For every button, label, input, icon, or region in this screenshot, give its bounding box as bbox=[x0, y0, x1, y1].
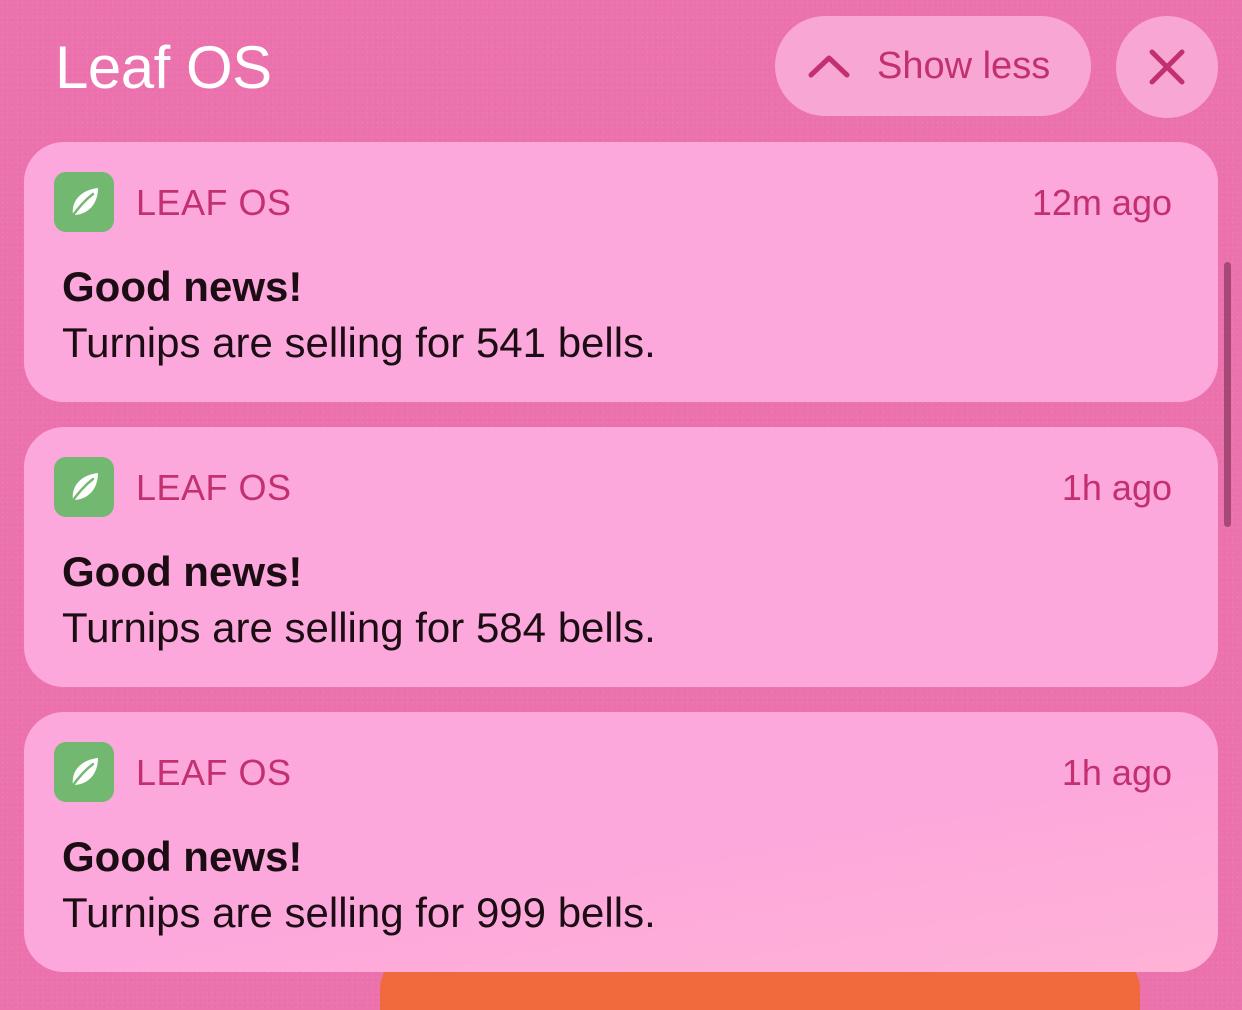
notification-time: 1h ago bbox=[1061, 467, 1172, 508]
notification-card[interactable]: LEAF OS 1h ago Good news! Turnips are se… bbox=[24, 427, 1218, 687]
app-icon bbox=[54, 742, 114, 802]
notification-card[interactable]: LEAF OS 1h ago Good news! Turnips are se… bbox=[24, 712, 1218, 972]
leaf-icon bbox=[69, 473, 98, 505]
notification-body: Turnips are selling for 541 bells. bbox=[62, 319, 656, 366]
leaf-icon bbox=[69, 758, 98, 790]
notification-title: Good news! bbox=[62, 263, 303, 310]
notification-title: Good news! bbox=[62, 548, 303, 595]
show-less-label: Show less bbox=[877, 44, 1051, 87]
app-name: LEAF OS bbox=[136, 467, 292, 508]
close-icon bbox=[1149, 49, 1185, 85]
notification-group-title: Leaf OS bbox=[55, 34, 272, 101]
notification-body: Turnips are selling for 584 bells. bbox=[62, 604, 656, 651]
notification-card[interactable]: LEAF OS 12m ago Good news! Turnips are s… bbox=[24, 142, 1218, 402]
notification-title: Good news! bbox=[62, 833, 303, 880]
clear-notifications-button[interactable] bbox=[1116, 16, 1218, 118]
notification-time: 1h ago bbox=[1061, 752, 1172, 793]
show-less-button[interactable]: Show less bbox=[775, 16, 1091, 116]
scroll-indicator[interactable] bbox=[1224, 262, 1231, 527]
leaf-icon bbox=[69, 188, 98, 220]
notification-time: 12m ago bbox=[1031, 182, 1172, 223]
app-name: LEAF OS bbox=[136, 182, 292, 223]
app-icon bbox=[54, 172, 114, 232]
app-icon bbox=[54, 457, 114, 517]
chevron-up-icon bbox=[808, 55, 850, 78]
notification-body: Turnips are selling for 999 bells. bbox=[62, 889, 656, 936]
app-name: LEAF OS bbox=[136, 752, 292, 793]
